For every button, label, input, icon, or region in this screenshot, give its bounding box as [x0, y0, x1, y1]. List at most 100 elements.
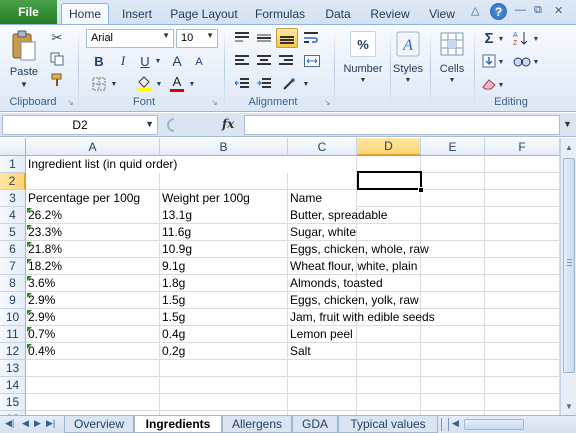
row-header-11[interactable]: 11	[0, 326, 26, 343]
column-header-c[interactable]: C	[288, 138, 357, 156]
find-select-icon[interactable]	[511, 52, 533, 70]
row-header-1[interactable]: 1	[0, 156, 26, 173]
cell-a4[interactable]: 26.2%	[26, 207, 159, 224]
styles-icon[interactable]: A	[395, 30, 421, 58]
font-color-button[interactable]: A	[168, 73, 186, 93]
error-indicator-icon[interactable]	[27, 327, 32, 332]
sheet-tab-typical-values[interactable]: Typical values	[338, 416, 438, 433]
align-middle-icon[interactable]	[254, 29, 274, 47]
clipboard-launcher-icon[interactable]: ↘	[67, 98, 74, 107]
row-header-13[interactable]: 13	[0, 360, 26, 377]
cell-b6[interactable]: 10.9g	[160, 241, 287, 258]
percent-style-icon[interactable]: %	[350, 31, 376, 57]
row-header-4[interactable]: 4	[0, 207, 26, 224]
borders-dropdown-icon[interactable]: ▼	[110, 78, 118, 90]
cell-c5[interactable]: Sugar, white	[288, 224, 488, 241]
worksheet-grid[interactable]: A B C D E F 1 2 3 4 5 6 7 8 9 10 11 12 1…	[0, 138, 560, 415]
cell-b10[interactable]: 1.5g	[160, 309, 287, 326]
cell-c9[interactable]: Eggs, chicken, yolk, raw	[288, 292, 488, 309]
last-sheet-icon[interactable]: ▶|	[46, 418, 55, 429]
cell-a6[interactable]: 21.8%	[26, 241, 159, 258]
cell-c4[interactable]: Butter, spreadable	[288, 207, 488, 224]
cell-a9[interactable]: 2.9%	[26, 292, 159, 309]
column-header-d[interactable]: D	[357, 138, 421, 156]
row-header-2[interactable]: 2	[0, 173, 26, 190]
error-indicator-icon[interactable]	[27, 310, 32, 315]
autosum-dropdown-icon[interactable]: ▼	[497, 33, 505, 45]
increase-indent-icon[interactable]	[254, 75, 274, 93]
fill-color-dropdown-icon[interactable]: ▼	[155, 78, 163, 90]
cell-b3[interactable]: Weight per 100g	[160, 190, 287, 207]
cell-a12[interactable]: 0.4%	[26, 343, 159, 360]
scroll-up-icon[interactable]: ▲	[562, 140, 576, 154]
tab-file[interactable]: File	[0, 0, 57, 24]
active-cell-d2[interactable]	[357, 171, 422, 190]
font-color-dropdown-icon[interactable]: ▼	[188, 78, 196, 90]
cell-c10[interactable]: Jam, fruit with edible seeds	[288, 309, 488, 326]
copy-icon[interactable]	[48, 50, 66, 68]
vertical-scrollbar[interactable]: ▲ ▼	[560, 138, 576, 415]
cell-c11[interactable]: Lemon peel	[288, 326, 488, 343]
styles-dropdown-icon[interactable]: ▼	[403, 77, 413, 84]
cell-a7[interactable]: 18.2%	[26, 258, 159, 275]
scroll-left-icon[interactable]: ◀	[452, 418, 459, 429]
sheet-tab-gda[interactable]: GDA	[292, 416, 338, 433]
cell-a11[interactable]: 0.7%	[26, 326, 159, 343]
cell-c12[interactable]: Salt	[288, 343, 488, 360]
align-center-icon[interactable]	[254, 52, 274, 70]
row-header-5[interactable]: 5	[0, 224, 26, 241]
cell-c7[interactable]: Wheat flour, white, plain	[288, 258, 488, 275]
paste-button[interactable]: Paste	[6, 66, 42, 78]
clear-icon[interactable]	[480, 75, 498, 93]
cell-a8[interactable]: 3.6%	[26, 275, 159, 292]
autosum-icon[interactable]: Σ	[480, 29, 498, 47]
formula-input[interactable]	[244, 115, 560, 135]
cell-a3[interactable]: Percentage per 100g	[26, 190, 159, 207]
merge-center-icon[interactable]	[302, 52, 322, 70]
cell-b4[interactable]: 13.1g	[160, 207, 287, 224]
align-top-icon[interactable]	[232, 29, 252, 47]
row-header-6[interactable]: 6	[0, 241, 26, 258]
cell-b7[interactable]: 9.1g	[160, 258, 287, 275]
sheet-tab-overview[interactable]: Overview	[64, 416, 134, 433]
sheet-tab-allergens[interactable]: Allergens	[222, 416, 292, 433]
cells-button[interactable]: Cells	[432, 63, 472, 75]
underline-button[interactable]: U	[136, 52, 154, 70]
window-close-icon[interactable]: ✕	[554, 4, 563, 17]
tab-insert[interactable]: Insert	[113, 3, 161, 24]
row-header-10[interactable]: 10	[0, 309, 26, 326]
error-indicator-icon[interactable]	[27, 259, 32, 264]
cell-c6[interactable]: Eggs, chicken, whole, raw	[288, 241, 488, 258]
cell-b5[interactable]: 11.6g	[160, 224, 287, 241]
font-size-box[interactable]: 10 ▼	[176, 29, 218, 48]
error-indicator-icon[interactable]	[27, 208, 32, 213]
window-minimize-icon[interactable]: —	[515, 4, 526, 16]
tab-data[interactable]: Data	[318, 3, 358, 24]
error-indicator-icon[interactable]	[27, 225, 32, 230]
orientation-icon[interactable]	[280, 75, 300, 93]
row-header-14[interactable]: 14	[0, 377, 26, 394]
cell-b8[interactable]: 1.8g	[160, 275, 287, 292]
tab-review[interactable]: Review	[366, 3, 414, 24]
cell-c3[interactable]: Name	[288, 190, 356, 207]
row-header-3[interactable]: 3	[0, 190, 26, 207]
scroll-down-icon[interactable]: ▼	[562, 399, 576, 413]
minimize-ribbon-icon[interactable]: △	[471, 4, 479, 17]
prev-sheet-icon[interactable]: ◀	[22, 418, 29, 429]
formula-bar-grip-icon[interactable]	[164, 117, 178, 133]
fill-dropdown-icon[interactable]: ▼	[497, 56, 505, 68]
column-header-a[interactable]: A	[26, 138, 160, 156]
italic-button[interactable]: I	[114, 52, 132, 70]
help-icon[interactable]: ?	[490, 3, 507, 20]
row-header-12[interactable]: 12	[0, 343, 26, 360]
column-header-b[interactable]: B	[160, 138, 288, 156]
next-sheet-icon[interactable]: ▶	[34, 418, 41, 429]
row-header-7[interactable]: 7	[0, 258, 26, 275]
grow-font-button[interactable]: A	[168, 52, 186, 70]
window-restore-icon[interactable]: ⧉	[534, 4, 542, 17]
error-indicator-icon[interactable]	[27, 293, 32, 298]
cell-a5[interactable]: 23.3%	[26, 224, 159, 241]
vertical-scroll-thumb[interactable]	[563, 158, 575, 373]
fill-color-icon[interactable]	[134, 73, 154, 93]
wrap-text-icon[interactable]	[302, 29, 322, 47]
